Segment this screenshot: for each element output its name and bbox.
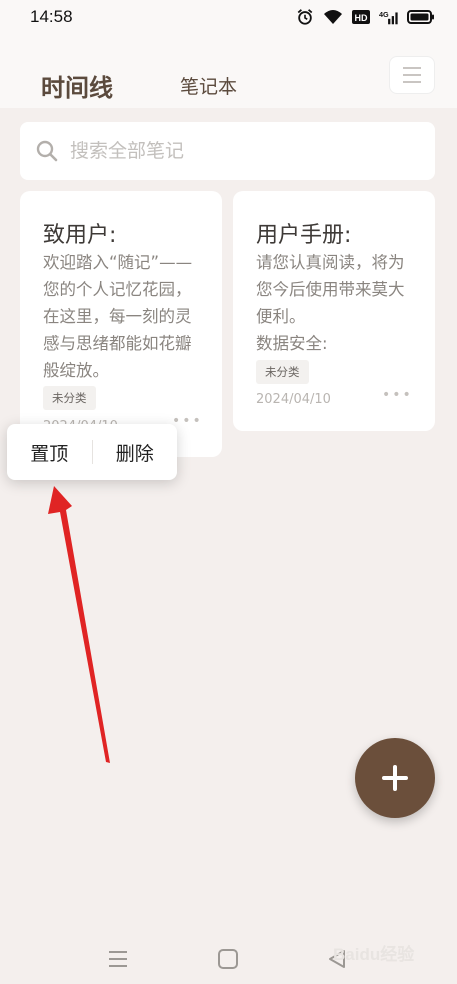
add-note-button[interactable] [355, 738, 435, 818]
baidu-watermark: Baidu经验 [333, 945, 415, 964]
plus-icon [382, 765, 408, 791]
annotation-arrow-shape [48, 486, 110, 763]
annotation-arrow [48, 486, 110, 763]
home-icon[interactable] [217, 948, 239, 970]
recents-icon[interactable] [107, 948, 129, 970]
